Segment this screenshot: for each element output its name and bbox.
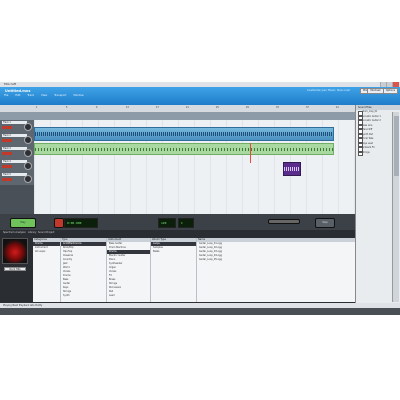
track-header[interactable]: Track 2	[0, 133, 34, 146]
vertical-scrollbar[interactable]	[392, 112, 399, 302]
app-tagline: Customize your Music. Now now!	[307, 89, 350, 92]
menu-bar: File Edit Track View Transport Window	[0, 93, 355, 99]
record-arm-button[interactable]	[2, 165, 12, 168]
list-item[interactable]: Guitar_Loop_05.ogg	[197, 258, 355, 262]
album-artwork	[2, 238, 28, 264]
track-name[interactable]: Track 4	[2, 160, 27, 163]
play-button[interactable]: Play	[10, 218, 36, 228]
master-volume-slider[interactable]	[268, 219, 300, 224]
track-header[interactable]: Track 3	[0, 146, 34, 159]
audio-clip[interactable]	[34, 127, 334, 141]
options-button[interactable]: Options	[382, 88, 398, 94]
status-bar: Playing Beat Playback lets Pretty	[0, 303, 400, 308]
library-column-album-type: Album Type Loops Samples Beats	[151, 238, 197, 302]
record-arm-button[interactable]	[2, 139, 12, 142]
track-header[interactable]: Track 4	[0, 159, 34, 172]
menu-window[interactable]: Window	[73, 93, 83, 99]
record-arm-button[interactable]	[2, 178, 12, 181]
audio-clip[interactable]	[283, 162, 301, 176]
timeline-bar[interactable]	[0, 112, 355, 120]
album-label[interactable]: Rock Hits	[4, 267, 26, 271]
menu-view[interactable]: View	[41, 93, 47, 99]
mixdown-button[interactable]: Mixdown	[367, 88, 384, 94]
volume-knob[interactable]	[24, 162, 32, 170]
track-header[interactable]: Track 5	[0, 172, 34, 185]
volume-knob[interactable]	[24, 123, 32, 131]
ruler-mark: 25	[216, 106, 219, 109]
ruler-mark: 17	[156, 106, 159, 109]
track-header-empty	[0, 185, 34, 214]
list-item[interactable]: Beats	[151, 250, 196, 254]
menu-track[interactable]: Track	[27, 93, 34, 99]
measure-ruler[interactable]: 1 5 9 13 17 21 25 29 33 37 41	[0, 105, 355, 112]
key-display[interactable]: C	[178, 218, 194, 228]
scrollbar-thumb[interactable]	[394, 116, 399, 176]
volume-knob[interactable]	[24, 175, 32, 183]
record-arm-button[interactable]	[2, 152, 12, 155]
playhead[interactable]	[250, 143, 251, 163]
list-item[interactable]: Lead	[107, 294, 150, 298]
waveform	[284, 167, 300, 171]
ruler-mark: 21	[186, 106, 189, 109]
tempo-display[interactable]: 120	[158, 218, 176, 228]
ruler-mark: 41	[336, 106, 339, 109]
library-column-categories: Categories Drums Instrument All Loops	[33, 238, 61, 302]
ruler-mark: 33	[276, 106, 279, 109]
track-name[interactable]: Track 3	[2, 147, 27, 150]
track-header[interactable]: Track 1	[0, 120, 34, 133]
ruler-mark: 5	[66, 106, 68, 109]
transport-bar: Play 0:00.000 120 C Stop	[0, 214, 355, 230]
waveform	[35, 147, 333, 151]
ruler-mark: 29	[246, 106, 249, 109]
list-item[interactable]: All Loops	[33, 250, 60, 254]
arrangement-grid-empty[interactable]	[34, 185, 355, 214]
record-button[interactable]	[54, 218, 64, 228]
ruler-mark: 13	[126, 106, 129, 109]
library-column-instrument: Instrument Bass Guitar Drum Machine Drum…	[107, 238, 151, 302]
ruler-mark: 1	[36, 106, 38, 109]
track-name[interactable]: Track 2	[2, 134, 27, 137]
menu-transport[interactable]: Transport	[54, 93, 66, 99]
list-item[interactable]: Synth	[61, 294, 106, 298]
ruler-mark: 9	[96, 106, 98, 109]
volume-knob[interactable]	[24, 149, 32, 157]
waveform	[35, 132, 333, 136]
audio-clip[interactable]	[34, 143, 334, 155]
track-name[interactable]: Track 1	[2, 121, 27, 124]
library-column-type: Type Acid/Electronica Rock/Pop Hip-Hop C…	[61, 238, 107, 302]
ruler-mark: 37	[306, 106, 309, 109]
menu-file[interactable]: File	[4, 93, 8, 99]
menu-edit[interactable]: Edit	[15, 93, 20, 99]
time-counter: 0:00.000	[64, 218, 98, 228]
volume-knob[interactable]	[24, 136, 32, 144]
library-column-name: Name Guitar_Loop_01.ogg Guitar_Loop_02.o…	[197, 238, 355, 302]
track-name[interactable]: Track 5	[2, 173, 27, 176]
stop-button[interactable]: Stop	[315, 218, 335, 228]
record-arm-button[interactable]	[2, 126, 12, 129]
